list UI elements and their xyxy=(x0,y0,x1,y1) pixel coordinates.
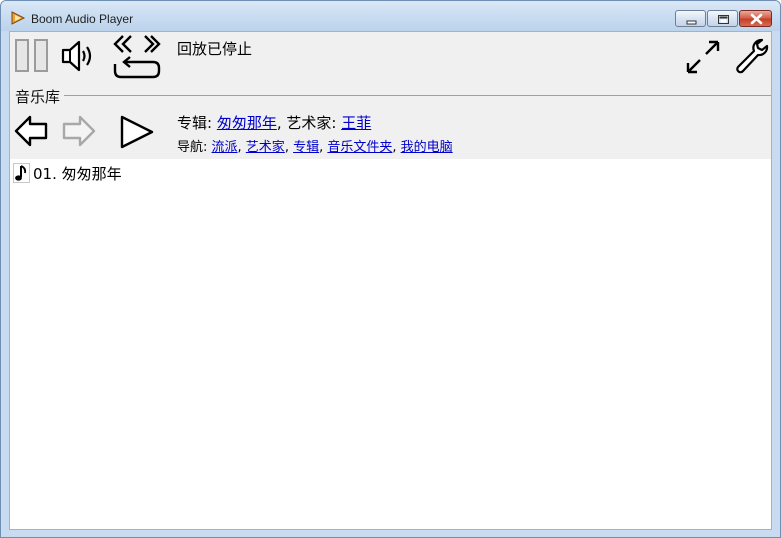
navigation-breadcrumb: 导航: 流派, 艺术家, 专辑, 音乐文件夹, 我的电脑 xyxy=(177,136,453,155)
close-icon xyxy=(750,13,763,25)
app-window: Boom Audio Player 回放已停止 音乐库 专辑: 匆匆那年, 艺术… xyxy=(0,0,781,538)
expand-icon[interactable] xyxy=(686,40,720,74)
wrench-icon[interactable] xyxy=(735,38,769,74)
nav-separator: , xyxy=(237,140,246,155)
window-title: Boom Audio Player xyxy=(31,12,134,26)
back-arrow-icon[interactable] xyxy=(14,114,48,148)
playback-status: 回放已停止 xyxy=(177,40,253,58)
title-bar[interactable]: Boom Audio Player xyxy=(1,1,780,31)
pause-icon[interactable] xyxy=(15,39,49,73)
section-divider xyxy=(15,95,771,96)
maximize-icon xyxy=(718,15,729,24)
nav-link-genre[interactable]: 流派 xyxy=(212,140,238,155)
nav-link-my-computer[interactable]: 我的电脑 xyxy=(401,140,453,155)
minimize-icon xyxy=(686,20,697,25)
repeat-icon[interactable] xyxy=(111,34,163,80)
nav-link-album[interactable]: 专辑 xyxy=(293,140,319,155)
close-button[interactable] xyxy=(739,10,772,27)
nav-link-music-folder[interactable]: 音乐文件夹 xyxy=(327,140,392,155)
music-note-icon xyxy=(13,163,30,183)
album-link[interactable]: 匆匆那年 xyxy=(217,114,277,132)
nav-separator: , xyxy=(284,140,294,155)
nav-label: 导航: xyxy=(177,140,212,155)
artist-link[interactable]: 王菲 xyxy=(341,114,371,132)
main-panel: 回放已停止 音乐库 专辑: 匆匆那年, 艺术家: 王菲 导航: 流派, 艺术家,… xyxy=(9,31,772,530)
play-triangle-icon xyxy=(11,11,26,25)
minimize-button[interactable] xyxy=(675,10,706,27)
toolbar: 回放已停止 音乐库 专辑: 匆匆那年, 艺术家: 王菲 导航: 流派, 艺术家,… xyxy=(10,32,771,159)
nav-link-artist[interactable]: 艺术家 xyxy=(246,140,285,155)
play-icon[interactable] xyxy=(119,114,155,150)
speaker-icon[interactable] xyxy=(61,39,97,73)
artist-label: , 艺术家: xyxy=(276,114,342,132)
forward-arrow-icon[interactable] xyxy=(62,114,96,148)
album-label: 专辑: xyxy=(177,114,217,132)
maximize-button[interactable] xyxy=(707,10,738,27)
track-title: 01. 匆匆那年 xyxy=(33,164,122,183)
nav-separator: , xyxy=(392,140,401,155)
library-section-label: 音乐库 xyxy=(15,86,65,107)
list-item[interactable]: 01. 匆匆那年 xyxy=(13,162,122,184)
album-info: 专辑: 匆匆那年, 艺术家: 王菲 xyxy=(177,112,371,133)
